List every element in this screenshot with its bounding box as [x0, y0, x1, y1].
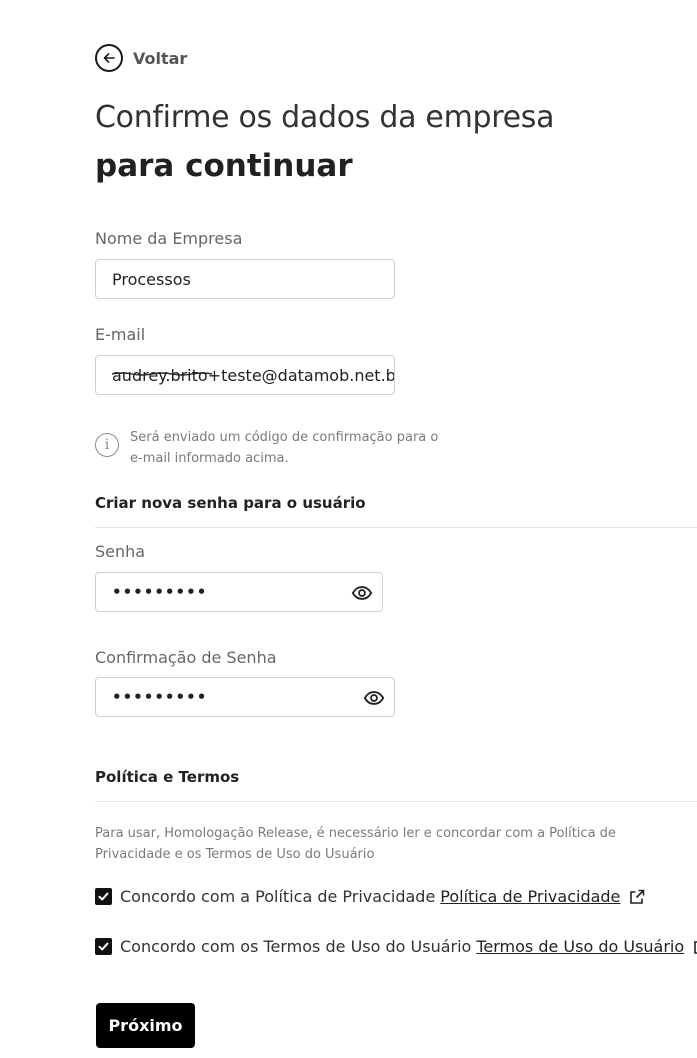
info-icon: i — [95, 433, 119, 457]
checkmark-icon — [98, 942, 109, 951]
terms-section-title: Política e Termos — [95, 768, 240, 786]
show-password-eye-icon[interactable] — [351, 582, 373, 604]
checkmark-icon — [98, 892, 109, 901]
company-name-value: Processos — [112, 269, 191, 289]
email-label: E-mail — [95, 325, 146, 344]
strikethrough-scribble — [112, 371, 212, 376]
terms-of-use-link[interactable]: Termos de Uso do Usuário — [476, 937, 684, 956]
external-link-icon[interactable] — [628, 888, 646, 906]
email-info-note: i Será enviado um código de confirmação … — [95, 427, 450, 469]
external-link-icon[interactable] — [692, 938, 697, 956]
password-section-divider — [95, 527, 697, 528]
email-info-text: Será enviado um código de confirmação pa… — [130, 430, 439, 466]
password-input[interactable]: ••••••••• — [95, 572, 383, 612]
page-subtitle: para continuar — [95, 148, 353, 184]
confirm-password-value: ••••••••• — [112, 688, 208, 706]
privacy-policy-link[interactable]: Política de Privacidade — [440, 887, 620, 906]
password-label: Senha — [95, 542, 146, 561]
email-value-rest: +teste@datamob.net.br — [207, 365, 395, 385]
privacy-agreement-row: Concordo com a Política de Privacidade P… — [95, 887, 646, 906]
terms-section-divider — [95, 801, 697, 802]
arrow-left-icon — [95, 44, 123, 72]
terms-agreement-text: Concordo com os Termos de Uso do Usuário — [120, 937, 472, 956]
terms-agreement-row: Concordo com os Termos de Uso do Usuário… — [95, 937, 697, 956]
next-button[interactable]: Próximo — [96, 1003, 195, 1048]
confirm-password-label: Confirmação de Senha — [95, 648, 277, 667]
redacted-email-user: audrey.brito — [112, 366, 212, 385]
back-link[interactable]: Voltar — [95, 44, 187, 72]
terms-description: Para usar, Homologação Release, é necess… — [95, 826, 616, 862]
page-title: Confirme os dados da empresa — [95, 100, 555, 135]
company-name-input[interactable]: Processos — [95, 259, 395, 299]
company-name-label: Nome da Empresa — [95, 229, 243, 248]
email-input[interactable]: audrey.brito +teste@datamob.net.br — [95, 355, 395, 395]
show-confirm-password-eye-icon[interactable] — [363, 687, 385, 709]
back-label: Voltar — [133, 48, 188, 68]
password-value: ••••••••• — [112, 583, 208, 601]
confirm-password-input[interactable]: ••••••••• — [95, 677, 395, 717]
password-section-title: Criar nova senha para o usuário — [95, 494, 366, 512]
privacy-checkbox[interactable] — [95, 888, 112, 905]
privacy-agreement-text: Concordo com a Política de Privacidade — [120, 887, 436, 906]
terms-checkbox[interactable] — [95, 938, 112, 955]
